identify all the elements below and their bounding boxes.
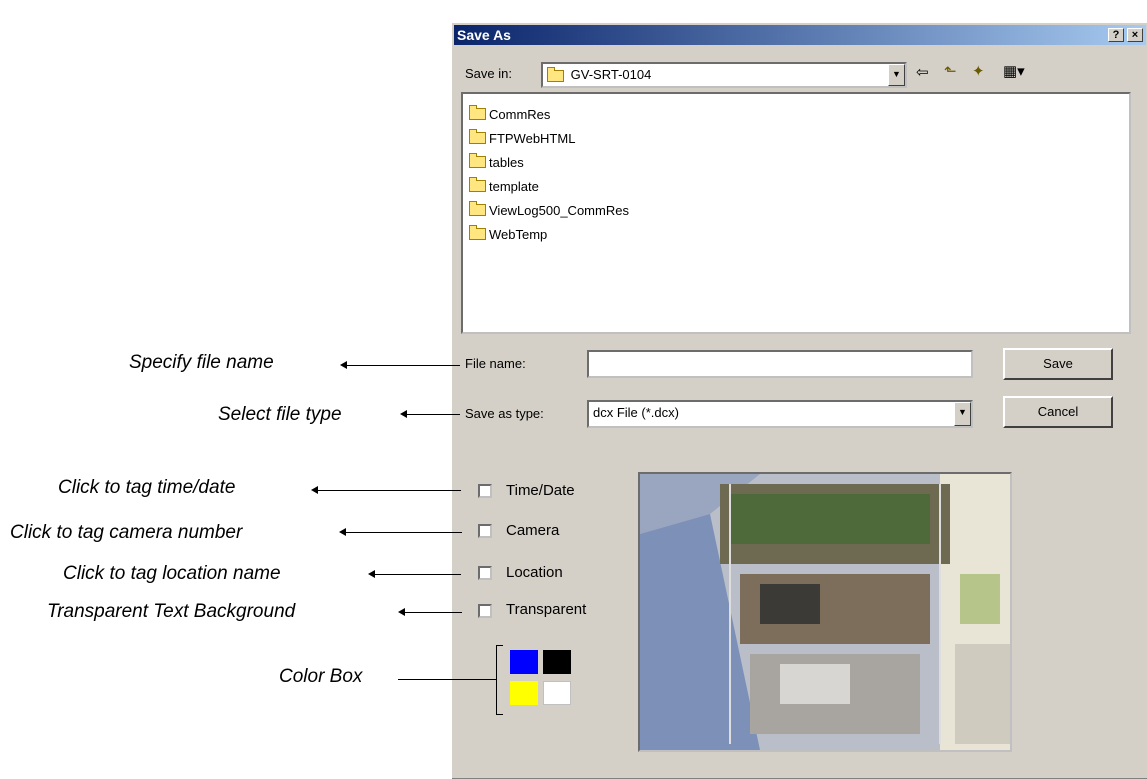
folder-icon xyxy=(469,225,486,240)
save-type-value: dcx File (*.dcx) xyxy=(593,405,679,420)
color-swatch-blue[interactable] xyxy=(510,650,538,674)
annotation-camera: Click to tag camera number xyxy=(10,522,243,543)
file-name-field[interactable] xyxy=(587,350,973,378)
list-item[interactable]: ViewLog500_CommRes xyxy=(463,198,1129,222)
save-type-select[interactable]: dcx File (*.dcx) ▼ xyxy=(587,400,973,428)
color-swatch-yellow[interactable] xyxy=(510,681,538,705)
arrow-line xyxy=(375,574,461,575)
arrow-head xyxy=(398,608,405,616)
arrow-line xyxy=(318,490,461,491)
arrow-head xyxy=(311,486,318,494)
chevron-down-icon[interactable]: ▼ xyxy=(888,64,905,86)
arrow-line xyxy=(405,612,462,613)
transparent-label: Transparent xyxy=(506,601,587,618)
annotation-file-name: Specify file name xyxy=(129,352,274,373)
time-date-checkbox[interactable] xyxy=(478,484,492,498)
color-swatch-white[interactable] xyxy=(543,681,571,705)
annotation-color-box: Color Box xyxy=(279,666,363,687)
folder-icon xyxy=(469,201,486,216)
annotation-time-date: Click to tag time/date xyxy=(58,477,236,498)
folder-icon xyxy=(547,66,564,82)
help-button[interactable]: ? xyxy=(1108,28,1124,42)
list-item[interactable]: template xyxy=(463,174,1129,198)
location-checkbox[interactable] xyxy=(478,566,492,580)
list-item[interactable]: WebTemp xyxy=(463,222,1129,246)
arrow-line xyxy=(347,365,460,366)
new-folder-icon[interactable]: ✦ xyxy=(972,62,985,80)
dialog-title: Save As xyxy=(457,27,511,43)
time-date-label: Time/Date xyxy=(506,482,575,499)
cancel-button[interactable]: Cancel xyxy=(1003,396,1113,428)
camera-checkbox[interactable] xyxy=(478,524,492,538)
annotation-transparent: Transparent Text Background xyxy=(47,601,296,622)
folder-icon xyxy=(469,129,486,144)
list-item[interactable]: tables xyxy=(463,150,1129,174)
folder-icon xyxy=(469,153,486,168)
close-button[interactable]: × xyxy=(1127,28,1143,42)
folder-name: tables xyxy=(489,154,524,170)
camera-preview-image xyxy=(638,472,1012,752)
list-item[interactable]: CommRes xyxy=(463,102,1129,126)
title-bar: Save As ? × xyxy=(454,25,1146,45)
file-list[interactable]: CommRes FTPWebHTML tables template ViewL… xyxy=(461,92,1131,334)
color-box-bracket xyxy=(496,645,503,715)
arrow-head xyxy=(368,570,375,578)
list-item[interactable]: FTPWebHTML xyxy=(463,126,1129,150)
arrow-head xyxy=(340,361,347,369)
folder-name: FTPWebHTML xyxy=(489,130,576,146)
color-swatch-black[interactable] xyxy=(543,650,571,674)
chevron-down-icon[interactable]: ▼ xyxy=(954,402,971,426)
save-in-combo[interactable]: GV-SRT-0104 ▼ xyxy=(541,62,907,88)
file-name-label: File name: xyxy=(465,356,526,371)
annotation-location: Click to tag location name xyxy=(63,563,281,584)
arrow-line xyxy=(398,679,496,680)
folder-name: template xyxy=(489,178,539,194)
folder-icon xyxy=(469,105,486,120)
camera-label: Camera xyxy=(506,522,560,539)
view-menu-icon[interactable]: ▦▾ xyxy=(1003,62,1025,80)
save-in-label: Save in: xyxy=(465,66,512,81)
arrow-line xyxy=(346,532,462,533)
folder-name: ViewLog500_CommRes xyxy=(489,202,629,218)
save-type-label: Save as type: xyxy=(465,406,544,421)
back-icon[interactable]: ⇦ xyxy=(916,63,929,81)
save-button[interactable]: Save xyxy=(1003,348,1113,380)
arrow-line xyxy=(407,414,460,415)
transparent-checkbox[interactable] xyxy=(478,604,492,618)
up-folder-icon[interactable]: ⬑ xyxy=(944,62,957,80)
arrow-head xyxy=(339,528,346,536)
location-label: Location xyxy=(506,564,563,581)
folder-name: WebTemp xyxy=(489,226,548,242)
folder-icon xyxy=(469,177,486,192)
save-in-value: GV-SRT-0104 xyxy=(570,67,652,82)
folder-name: CommRes xyxy=(489,106,551,122)
annotation-file-type: Select file type xyxy=(218,404,342,425)
arrow-head xyxy=(400,410,407,418)
